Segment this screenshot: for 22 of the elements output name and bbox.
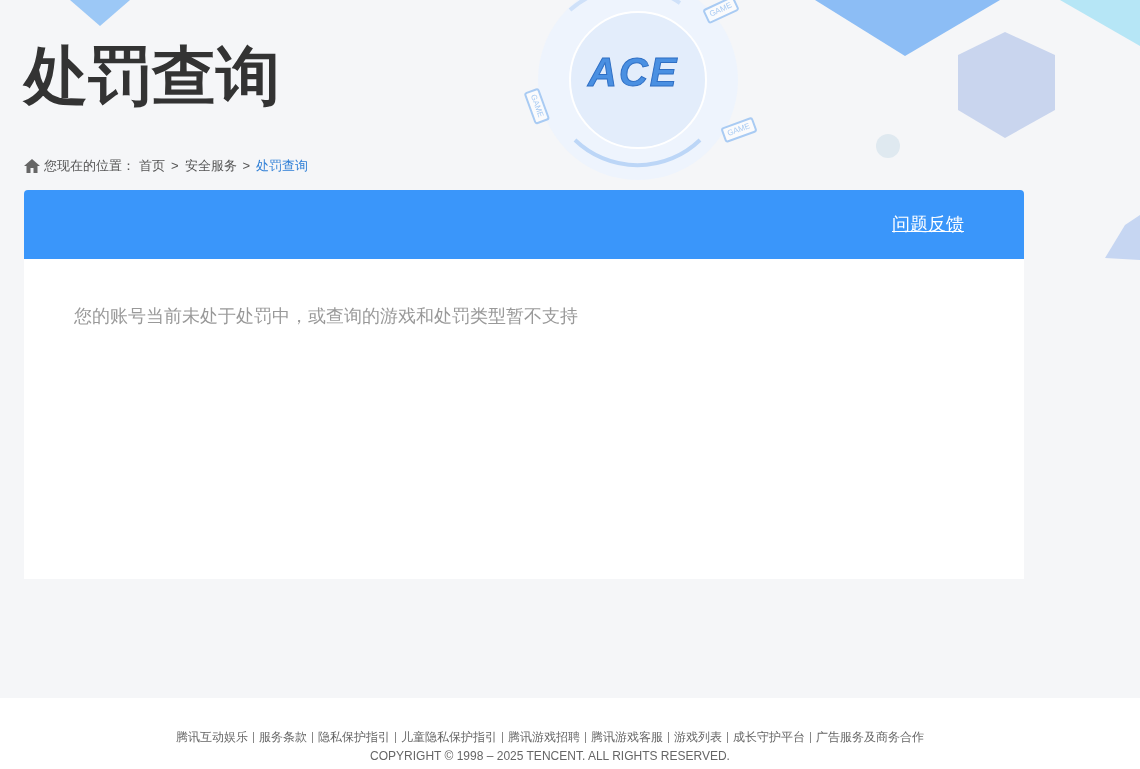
breadcrumb-separator: > bbox=[242, 157, 251, 175]
breadcrumb-separator: > bbox=[171, 157, 179, 175]
footer-link[interactable]: 广告服务及商务合作 bbox=[816, 729, 924, 745]
page-title: 处罚查询 bbox=[24, 39, 280, 114]
breadcrumb-link[interactable]: 处罚查询 bbox=[256, 156, 309, 176]
footer-link[interactable]: 儿童隐私保护指引 bbox=[401, 729, 497, 745]
status-message: 您的账号当前未处于处罚中，或查询的游戏和处罚类型暂不支持 bbox=[74, 305, 579, 328]
triangle-decoration bbox=[70, 0, 130, 26]
triangle-decoration bbox=[1105, 215, 1140, 260]
breadcrumb-label: 您现在的位置： bbox=[44, 157, 135, 175]
footer-link[interactable]: 游戏列表 bbox=[674, 729, 722, 745]
footer-link[interactable]: 隐私保护指引 bbox=[318, 729, 390, 745]
breadcrumb-link[interactable]: 安全服务 bbox=[184, 156, 237, 176]
footer-link[interactable]: 成长守护平台 bbox=[733, 729, 805, 745]
footer-link[interactable]: 腾讯游戏招聘 bbox=[508, 729, 580, 745]
footer-link[interactable]: 腾讯互动娱乐 bbox=[176, 729, 248, 745]
breadcrumb-link[interactable]: 首页 bbox=[139, 156, 165, 176]
home-icon bbox=[24, 158, 40, 173]
footer-link[interactable]: 腾讯游戏客服 bbox=[591, 729, 663, 745]
footer-link[interactable]: 服务条款 bbox=[259, 729, 307, 745]
copyright-text: COPYRIGHT © 1998 – 2025 TENCENT. ALL RIGHTS RESERVED. bbox=[370, 748, 730, 764]
logo: ACE bbox=[588, 50, 679, 94]
